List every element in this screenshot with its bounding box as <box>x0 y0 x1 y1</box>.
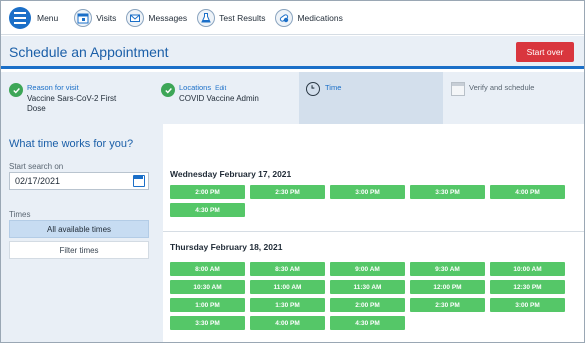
time-slots-panel: Wednesday February 17, 2021 2:00 PM 2:30 … <box>163 158 584 342</box>
divider <box>163 231 584 232</box>
time-slot-button[interactable]: 2:00 PM <box>170 185 245 199</box>
calendar-icon <box>74 8 93 27</box>
time-slot-button[interactable]: 2:00 PM <box>330 298 405 312</box>
page-title: Schedule an Appointment <box>9 44 169 60</box>
check-icon <box>9 83 23 97</box>
time-slot-button[interactable]: 3:00 PM <box>330 185 405 199</box>
progress-steps: Reason for visit Vaccine Sars-CoV-2 Firs… <box>1 72 584 124</box>
section-heading: What time works for you? <box>9 138 134 150</box>
nav-visits[interactable]: Visits <box>74 1 116 35</box>
time-slot-button[interactable]: 10:00 AM <box>490 262 565 276</box>
time-slot-button[interactable]: 8:00 AM <box>170 262 245 276</box>
day-title: Thursday February 18, 2021 <box>170 242 283 252</box>
nav-test-results[interactable]: Test Results <box>197 1 265 35</box>
time-slot-button[interactable]: 12:00 PM <box>410 280 485 294</box>
check-icon <box>161 83 175 97</box>
edit-locations-link[interactable]: Edit <box>215 85 226 92</box>
start-date-value: 02/17/2021 <box>15 176 61 186</box>
step-reason-value: Vaccine Sars-CoV-2 First Dose <box>27 94 117 113</box>
step-verify-label: Verify and schedule <box>469 83 535 92</box>
clock-icon <box>306 82 320 96</box>
page-header: Schedule an Appointment Start over <box>1 36 584 69</box>
nav-messages[interactable]: Messages <box>126 1 187 35</box>
time-slot-button[interactable]: 11:30 AM <box>330 280 405 294</box>
step-reason-label: Reason for visit <box>27 83 79 92</box>
time-slot-button[interactable]: 3:00 PM <box>490 298 565 312</box>
menu-label[interactable]: Menu <box>37 1 58 35</box>
time-slot-button[interactable]: 1:30 PM <box>250 298 325 312</box>
flask-icon <box>197 8 216 27</box>
time-slot-button[interactable]: 11:00 AM <box>250 280 325 294</box>
nav-test-results-label: Test Results <box>219 12 266 23</box>
slot-grid: 8:00 AM 8:30 AM 9:00 AM 9:30 AM 10:00 AM 10:3… <box>170 262 565 330</box>
day-title: Wednesday February 17, 2021 <box>170 169 292 179</box>
step-time: Time <box>299 72 443 124</box>
time-slot-button[interactable]: 10:30 AM <box>170 280 245 294</box>
time-slot-button[interactable]: 4:30 PM <box>330 316 405 330</box>
step-locations: Locations Edit COVID Vaccine Admin <box>153 72 299 124</box>
app-frame: Menu Visits Messages Test Results Medica… <box>0 0 585 343</box>
times-label: Times <box>9 210 31 219</box>
nav-messages-label: Messages <box>148 12 188 23</box>
time-slot-button[interactable]: 3:30 PM <box>410 185 485 199</box>
nav-visits-label: Visits <box>96 12 117 23</box>
top-nav: Menu Visits Messages Test Results Medica… <box>1 1 584 35</box>
step-locations-label-row: Locations Edit <box>179 83 226 92</box>
calendar-icon <box>451 82 465 96</box>
step-locations-label: Locations <box>179 83 212 92</box>
time-slot-button[interactable]: 2:30 PM <box>410 298 485 312</box>
calendar-picker-icon[interactable] <box>133 175 145 187</box>
time-slot-button[interactable]: 3:30 PM <box>170 316 245 330</box>
time-slot-button[interactable]: 8:30 AM <box>250 262 325 276</box>
start-over-button[interactable]: Start over <box>516 42 574 62</box>
time-slot-button[interactable]: 1:00 PM <box>170 298 245 312</box>
start-date-input[interactable]: 02/17/2021 <box>9 172 149 190</box>
step-verify: Verify and schedule <box>443 72 584 124</box>
pill-icon <box>275 8 294 27</box>
all-available-times-option[interactable]: All available times <box>9 220 149 238</box>
step-reason: Reason for visit Vaccine Sars-CoV-2 Firs… <box>1 72 151 124</box>
filter-times-option[interactable]: Filter times <box>9 241 149 259</box>
start-search-label: Start search on <box>9 162 64 171</box>
time-slot-button[interactable]: 12:30 PM <box>490 280 565 294</box>
search-panel: What time works for you? Start search on… <box>1 124 163 342</box>
time-slot-button[interactable]: 9:30 AM <box>410 262 485 276</box>
menu-icon[interactable] <box>9 6 31 29</box>
time-slot-button[interactable]: 4:00 PM <box>490 185 565 199</box>
step-locations-value: COVID Vaccine Admin <box>179 94 259 103</box>
time-slot-button[interactable]: 9:00 AM <box>330 262 405 276</box>
time-slot-button[interactable]: 4:30 PM <box>170 203 245 217</box>
nav-medications-label: Medications <box>297 12 343 23</box>
time-slot-button[interactable]: 2:30 PM <box>250 185 325 199</box>
slot-grid: 2:00 PM 2:30 PM 3:00 PM 3:30 PM 4:00 PM 4:30 … <box>170 185 565 217</box>
time-slot-button[interactable]: 4:00 PM <box>250 316 325 330</box>
nav-medications[interactable]: Medications <box>275 1 343 35</box>
step-time-label: Time <box>325 83 342 92</box>
envelope-icon <box>126 8 145 27</box>
